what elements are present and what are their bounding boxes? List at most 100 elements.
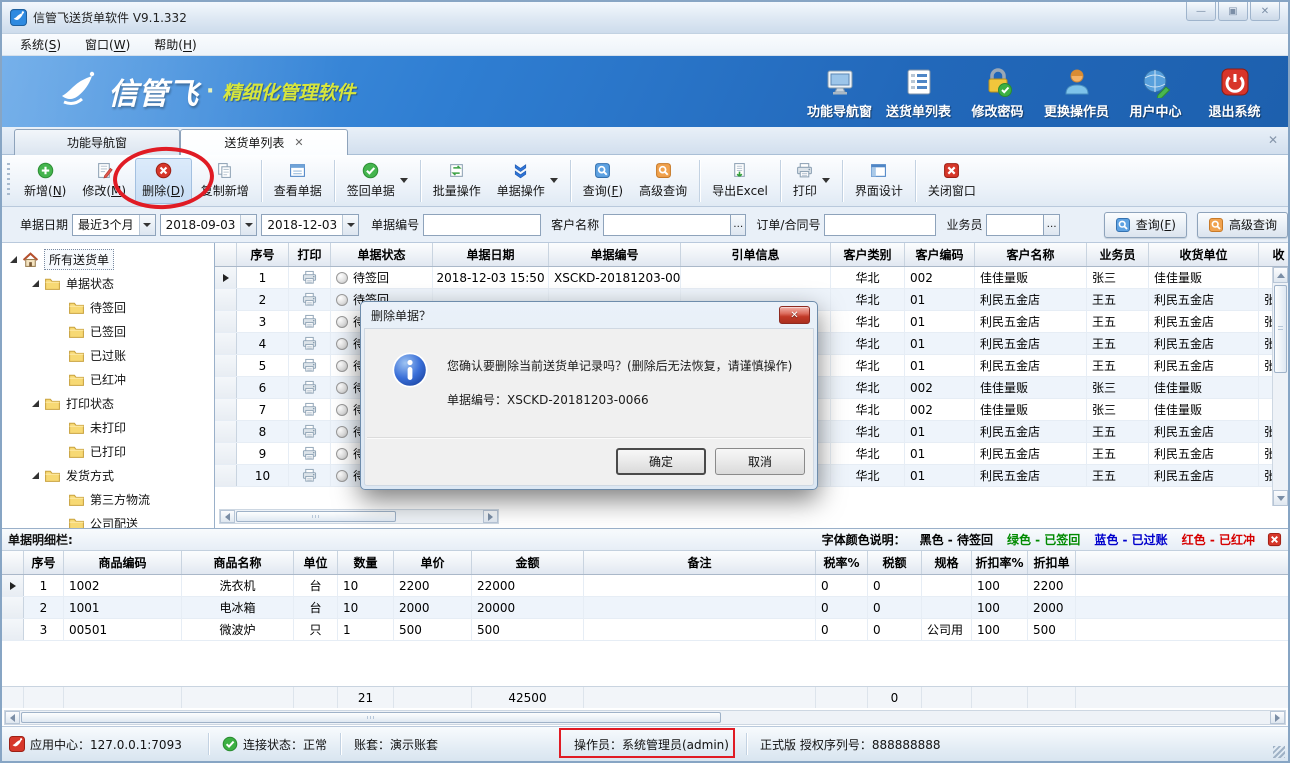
table-row[interactable]: 21001电冰箱台10200020000001002000 bbox=[2, 597, 1288, 619]
column-header-price[interactable]: 单价 bbox=[394, 551, 472, 574]
tabstrip-close-icon[interactable]: ✕ bbox=[1268, 133, 1278, 147]
nav-window-action[interactable]: 功能导航窗 bbox=[800, 62, 879, 122]
export-excel-button[interactable]: 导出Excel bbox=[705, 158, 775, 204]
table-row[interactable]: 1待签回2018-12-03 15:50XSCKD-20181203-0066华… bbox=[215, 267, 1288, 289]
menu-window[interactable]: 窗口(W) bbox=[73, 34, 142, 55]
expander-icon[interactable] bbox=[32, 280, 39, 287]
row-selector[interactable] bbox=[215, 311, 237, 332]
row-selector[interactable] bbox=[2, 575, 24, 596]
change-password-action[interactable]: 修改密码 bbox=[958, 62, 1037, 122]
column-header-discount_price[interactable]: 折扣单 bbox=[1028, 551, 1076, 574]
filter-query-button[interactable]: 查询(F) bbox=[1104, 212, 1187, 238]
column-header-cust_code[interactable]: 客户编码 bbox=[905, 243, 975, 266]
date-from-select[interactable]: 2018-09-03 bbox=[160, 214, 258, 236]
delivery-list-action[interactable]: 送货单列表 bbox=[879, 62, 958, 122]
table-row[interactable]: 11002洗衣机台10220022000001002200 bbox=[2, 575, 1288, 597]
dialog-close-button[interactable]: ✕ bbox=[779, 306, 810, 324]
advanced-query-button[interactable]: 高级查询 bbox=[632, 158, 694, 204]
tree-item-all-delivery-orders[interactable]: 所有送货单 bbox=[2, 247, 214, 271]
expander-icon[interactable] bbox=[32, 400, 39, 407]
tree-item-公司配送[interactable]: 公司配送 bbox=[2, 511, 214, 528]
doc-no-input[interactable] bbox=[423, 214, 541, 236]
scroll-left-icon[interactable] bbox=[5, 711, 20, 724]
scroll-right-icon[interactable] bbox=[483, 510, 498, 523]
scroll-left-icon[interactable] bbox=[220, 510, 235, 523]
chevron-down-icon[interactable] bbox=[342, 215, 358, 235]
column-header-ref[interactable]: 引单信息 bbox=[681, 243, 831, 266]
column-header-code[interactable]: 商品编码 bbox=[64, 551, 182, 574]
row-selector[interactable] bbox=[215, 289, 237, 310]
tree-item-已过账[interactable]: 已过账 bbox=[2, 343, 214, 367]
tree-item-已签回[interactable]: 已签回 bbox=[2, 319, 214, 343]
column-header-status[interactable]: 单据状态 bbox=[331, 243, 433, 266]
cancel-button[interactable]: 取消 bbox=[715, 448, 805, 475]
row-selector[interactable] bbox=[215, 333, 237, 354]
tree-item-已打印[interactable]: 已打印 bbox=[2, 439, 214, 463]
delete-button[interactable]: 删除(D) bbox=[135, 158, 192, 204]
salesman-lookup-button[interactable]: … bbox=[1044, 214, 1059, 236]
chevron-down-icon[interactable] bbox=[550, 178, 558, 183]
column-header-receiver[interactable]: 收货单位 bbox=[1149, 243, 1259, 266]
table-row[interactable]: 300501微波炉只150050000公司用100500 bbox=[2, 619, 1288, 641]
column-header-date[interactable]: 单据日期 bbox=[433, 243, 549, 266]
row-selector[interactable] bbox=[2, 597, 24, 618]
column-header-unit[interactable]: 单位 bbox=[294, 551, 338, 574]
tab-nav-window[interactable]: 功能导航窗 bbox=[14, 129, 180, 155]
vertical-scrollbar[interactable] bbox=[1272, 267, 1288, 506]
column-header-amount[interactable]: 金额 bbox=[472, 551, 584, 574]
row-selector[interactable] bbox=[215, 443, 237, 464]
order-input[interactable] bbox=[824, 214, 936, 236]
row-selector[interactable] bbox=[215, 355, 237, 376]
date-to-select[interactable]: 2018-12-03 bbox=[261, 214, 359, 236]
batch-ops-button[interactable]: 批量操作 bbox=[426, 158, 488, 204]
customer-lookup-button[interactable]: … bbox=[731, 214, 746, 236]
date-range-select[interactable]: 最近3个月 bbox=[72, 214, 156, 236]
row-selector[interactable] bbox=[215, 465, 237, 486]
row-selector[interactable] bbox=[215, 267, 237, 288]
detail-close-icon[interactable] bbox=[1267, 532, 1282, 547]
column-header-note[interactable]: 备注 bbox=[584, 551, 816, 574]
maximize-button[interactable]: ▣ bbox=[1218, 2, 1248, 21]
column-header-cust_type[interactable]: 客户类别 bbox=[831, 243, 905, 266]
tab-delivery-list[interactable]: 送货单列表✕ bbox=[180, 129, 348, 155]
column-header-name[interactable]: 商品名称 bbox=[182, 551, 294, 574]
tree-group-打印状态[interactable]: 打印状态 bbox=[2, 391, 214, 415]
scroll-right-icon[interactable] bbox=[1270, 711, 1285, 724]
column-header-seq[interactable]: 序号 bbox=[24, 551, 64, 574]
scrollbar-thumb[interactable] bbox=[21, 712, 721, 723]
ok-button[interactable]: 确定 bbox=[616, 448, 706, 475]
add-button[interactable]: 新增(N) bbox=[17, 158, 73, 204]
switch-operator-action[interactable]: 更换操作员 bbox=[1037, 62, 1116, 122]
tree-group-单据状态[interactable]: 单据状态 bbox=[2, 271, 214, 295]
chevron-down-icon[interactable] bbox=[139, 215, 155, 235]
horizontal-scrollbar[interactable] bbox=[219, 509, 499, 524]
column-header-cust_name[interactable]: 客户名称 bbox=[975, 243, 1087, 266]
print-button[interactable]: 打印 bbox=[786, 158, 837, 204]
scrollbar-thumb[interactable] bbox=[236, 511, 396, 522]
close-button[interactable]: ✕ bbox=[1250, 2, 1280, 21]
tree-item-未打印[interactable]: 未打印 bbox=[2, 415, 214, 439]
expander-icon[interactable] bbox=[32, 472, 39, 479]
modify-button[interactable]: 修改(M) bbox=[75, 158, 133, 204]
column-header-number[interactable]: 单据编号 bbox=[549, 243, 681, 266]
column-header-salesman[interactable]: 业务员 bbox=[1087, 243, 1149, 266]
row-selector[interactable] bbox=[215, 399, 237, 420]
menu-system[interactable]: 系统(S) bbox=[8, 34, 73, 55]
salesman-input[interactable] bbox=[986, 214, 1044, 236]
tab-close-icon[interactable]: ✕ bbox=[294, 136, 303, 149]
chevron-down-icon[interactable] bbox=[400, 178, 408, 183]
tree-item-第三方物流[interactable]: 第三方物流 bbox=[2, 487, 214, 511]
scrollbar-thumb[interactable] bbox=[1274, 285, 1287, 373]
exit-system-action[interactable]: 退出系统 bbox=[1195, 62, 1274, 122]
chevron-down-icon[interactable] bbox=[822, 178, 830, 183]
query-button[interactable]: 查询(F) bbox=[576, 158, 630, 204]
column-header-seq[interactable]: 序号 bbox=[237, 243, 289, 266]
minimize-button[interactable]: — bbox=[1186, 2, 1216, 21]
column-header-tax[interactable]: 税额 bbox=[868, 551, 922, 574]
column-header-spec[interactable]: 规格 bbox=[922, 551, 972, 574]
column-header-discount_rate[interactable]: 折扣率% bbox=[972, 551, 1028, 574]
chevron-down-icon[interactable] bbox=[240, 215, 256, 235]
sign-back-button[interactable]: 签回单据 bbox=[340, 158, 415, 204]
tree-item-已红冲[interactable]: 已红冲 bbox=[2, 367, 214, 391]
column-header-tax_rate[interactable]: 税率% bbox=[816, 551, 868, 574]
